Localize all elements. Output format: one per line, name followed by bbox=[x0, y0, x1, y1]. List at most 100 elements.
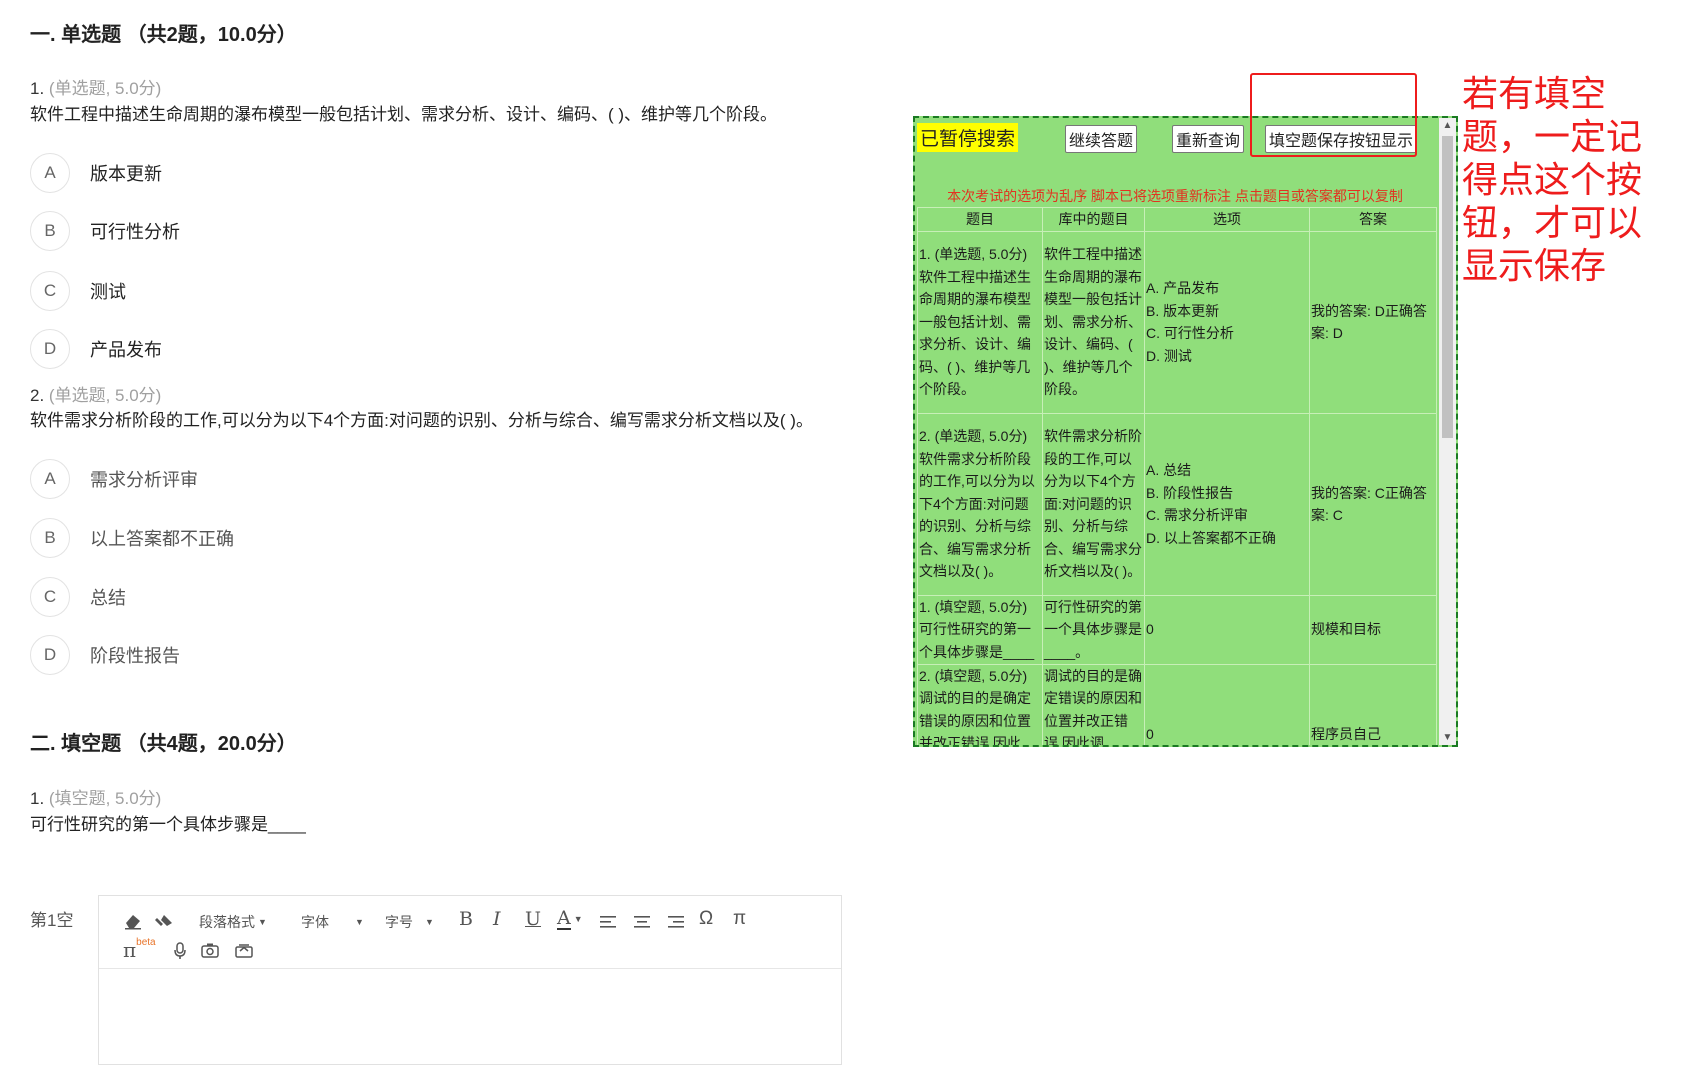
underline-button[interactable]: U bbox=[525, 908, 541, 930]
cell-options[interactable]: A. 产品发布 B. 版本更新 C. 可行性分析 D. 测试 bbox=[1144, 230, 1310, 414]
formula-button[interactable]: π bbox=[733, 908, 746, 930]
editor-toolbar: 段落格式 ▼ 字体 ▼ 字号 ▼ B I U A ▼ Ω π π beta bbox=[99, 896, 841, 969]
option-line: A. 总结 bbox=[1146, 462, 1192, 478]
option-a[interactable]: A 需求分析评审 bbox=[30, 458, 198, 500]
option-line: D. 测试 bbox=[1146, 347, 1192, 364]
question-meta: 1. (单选题, 5.0分) bbox=[30, 74, 161, 99]
chevron-down-icon: ▼ bbox=[258, 917, 267, 927]
cell-library-question[interactable]: 软件工程中描述生命周期的瀑布模型一般包括计划、需求分析、设计、编码、( )、维护… bbox=[1042, 230, 1145, 414]
eraser-icon[interactable] bbox=[123, 912, 143, 930]
font-size-label: 字号 bbox=[385, 914, 413, 930]
cell-answer[interactable]: 我的答案: C正确答案: C bbox=[1309, 412, 1437, 596]
option-label[interactable]: 需求分析评审 bbox=[90, 466, 198, 492]
paragraph-format-label: 段落格式 bbox=[199, 914, 255, 930]
camera-icon[interactable] bbox=[201, 942, 219, 958]
option-letter[interactable]: D bbox=[30, 329, 70, 369]
option-letter[interactable]: D bbox=[30, 635, 70, 675]
cell-library-question[interactable]: 可行性研究的第一个具体步骤是____。 bbox=[1042, 594, 1145, 665]
header-library-question: 库中的题目 bbox=[1042, 207, 1145, 232]
table-header-row: 题目 库中的题目 选项 答案 bbox=[917, 207, 1437, 232]
option-a[interactable]: A 版本更新 bbox=[30, 152, 162, 194]
pi-icon: π bbox=[123, 938, 137, 962]
upload-icon[interactable] bbox=[235, 942, 253, 958]
requery-button[interactable]: 重新查询 bbox=[1172, 125, 1245, 153]
option-letter[interactable]: A bbox=[30, 459, 70, 499]
option-b[interactable]: B 以上答案都不正确 bbox=[30, 517, 234, 559]
cell-library-question[interactable]: 软件需求分析阶段的工作,可以分为以下4个方面:对问题的识别、分析与综合、编写需求… bbox=[1042, 412, 1145, 596]
option-label[interactable]: 测试 bbox=[90, 278, 126, 304]
option-c[interactable]: C 总结 bbox=[30, 576, 126, 618]
format-painter-icon[interactable] bbox=[155, 912, 175, 930]
question-meta: 1. (填空题, 5.0分) bbox=[30, 784, 161, 809]
question-type-score: (单选题, 5.0分) bbox=[48, 79, 162, 98]
option-letter[interactable]: C bbox=[30, 577, 70, 617]
align-center-icon[interactable] bbox=[633, 914, 651, 930]
cell-question[interactable]: 2. (单选题, 5.0分)软件需求分析阶段的工作,可以分为以下4个方面:对问题… bbox=[917, 412, 1043, 596]
chevron-down-icon: ▼ bbox=[573, 914, 583, 924]
italic-button[interactable]: I bbox=[493, 908, 501, 930]
option-letter[interactable]: B bbox=[30, 518, 70, 558]
option-d[interactable]: D 产品发布 bbox=[30, 328, 162, 370]
microphone-icon[interactable] bbox=[173, 942, 187, 960]
option-line: D. 以上答案都不正确 bbox=[1146, 529, 1276, 546]
cell-question[interactable]: 1. (填空题, 5.0分)可行性研究的第一个具体步骤是____ bbox=[917, 594, 1043, 665]
question-text[interactable]: 软件工程中描述生命周期的瀑布模型一般包括计划、需求分析、设计、编码、( )、维护… bbox=[30, 100, 777, 125]
option-label[interactable]: 阶段性报告 bbox=[90, 642, 180, 668]
bold-button[interactable]: B bbox=[459, 908, 473, 930]
scroll-down-arrow-icon[interactable]: ▼ bbox=[1442, 732, 1453, 743]
align-right-icon[interactable] bbox=[667, 914, 685, 930]
font-dropdown[interactable]: 字体 ▼ bbox=[301, 912, 364, 932]
question-text[interactable]: 可行性研究的第一个具体步骤是____ bbox=[30, 810, 306, 835]
option-label[interactable]: 可行性分析 bbox=[90, 218, 180, 244]
option-letter[interactable]: B bbox=[30, 211, 70, 251]
answer-search-panel: 已暂停搜索 继续答题 重新查询 填空题保存按钮显示 本次考试的选项为乱序 脚本已… bbox=[913, 116, 1458, 747]
cell-options[interactable]: 0 bbox=[1144, 663, 1310, 745]
text-color-icon: A bbox=[557, 907, 571, 930]
option-b[interactable]: B 可行性分析 bbox=[30, 210, 180, 252]
cell-options[interactable]: 0 bbox=[1144, 594, 1310, 665]
beta-badge: beta bbox=[136, 936, 156, 948]
option-letter[interactable]: A bbox=[30, 153, 70, 193]
header-question: 题目 bbox=[917, 207, 1043, 232]
text-color-button[interactable]: A ▼ bbox=[557, 908, 583, 930]
option-label[interactable]: 版本更新 bbox=[90, 160, 162, 186]
scrollbar-thumb[interactable] bbox=[1442, 136, 1453, 438]
cell-question[interactable]: 2. (填空题, 5.0分)调试的目的是确定错误的原因和位置并改正错误,因此 bbox=[917, 663, 1043, 745]
header-options: 选项 bbox=[1144, 207, 1310, 232]
cell-library-question[interactable]: 调试的目的是确定错误的原因和位置并改正错误,因此调 bbox=[1042, 663, 1145, 745]
option-label[interactable]: 以上答案都不正确 bbox=[90, 525, 234, 551]
header-answer: 答案 bbox=[1309, 207, 1437, 232]
answer-table: 题目 库中的题目 选项 答案 1. (单选题, 5.0分)软件工程中描述生命周期… bbox=[917, 207, 1437, 745]
shuffle-notice: 本次考试的选项为乱序 脚本已将选项重新标注 点击题目或答案都可以复制 bbox=[947, 188, 1403, 204]
paragraph-format-dropdown[interactable]: 段落格式 ▼ bbox=[199, 912, 267, 932]
option-letter[interactable]: C bbox=[30, 271, 70, 311]
cell-question[interactable]: 1. (单选题, 5.0分)软件工程中描述生命周期的瀑布模型一般包括计划、需求分… bbox=[917, 230, 1043, 414]
option-c[interactable]: C 测试 bbox=[30, 270, 126, 312]
option-label[interactable]: 产品发布 bbox=[90, 336, 162, 362]
option-line: A. 产品发布 bbox=[1146, 280, 1220, 296]
chevron-down-icon: ▼ bbox=[355, 917, 364, 927]
cell-answer[interactable]: 规模和目标 bbox=[1309, 594, 1437, 665]
table-row: 2. (单选题, 5.0分)软件需求分析阶段的工作,可以分为以下4个方面:对问题… bbox=[917, 412, 1437, 596]
continue-answering-button[interactable]: 继续答题 bbox=[1065, 125, 1138, 153]
option-d[interactable]: D 阶段性报告 bbox=[30, 634, 180, 676]
blank-label: 第1空 bbox=[30, 911, 74, 930]
chevron-down-icon: ▼ bbox=[425, 917, 434, 927]
option-label[interactable]: 总结 bbox=[90, 584, 126, 610]
cell-options[interactable]: A. 总结 B. 阶段性报告 C. 需求分析评审 D. 以上答案都不正确 bbox=[1144, 412, 1310, 596]
question-text[interactable]: 软件需求分析阶段的工作,可以分为以下4个方面:对问题的识别、分析与综合、编写需求… bbox=[30, 406, 813, 431]
special-character-button[interactable]: Ω bbox=[699, 908, 713, 930]
option-line: C. 可行性分析 bbox=[1146, 325, 1234, 341]
question-number: 1. bbox=[30, 789, 45, 808]
cell-answer[interactable]: 我的答案: D正确答案: D bbox=[1309, 230, 1437, 414]
table-row: 1. (填空题, 5.0分)可行性研究的第一个具体步骤是____ 可行性研究的第… bbox=[917, 594, 1437, 665]
section-title-single-choice: 一. 单选题 （共2题，10.0分） bbox=[30, 24, 297, 46]
rich-text-editor[interactable]: 段落格式 ▼ 字体 ▼ 字号 ▼ B I U A ▼ Ω π π beta bbox=[98, 895, 842, 1065]
font-size-dropdown[interactable]: 字号 ▼ bbox=[385, 912, 434, 932]
formula-beta-button[interactable]: π beta bbox=[123, 936, 156, 963]
scroll-up-arrow-icon[interactable]: ▲ bbox=[1442, 120, 1453, 131]
option-line: B. 阶段性报告 bbox=[1146, 484, 1234, 501]
question-meta: 2. (单选题, 5.0分) bbox=[30, 381, 161, 406]
cell-answer[interactable]: 程序员自己 bbox=[1309, 663, 1437, 745]
align-left-icon[interactable] bbox=[599, 914, 617, 930]
